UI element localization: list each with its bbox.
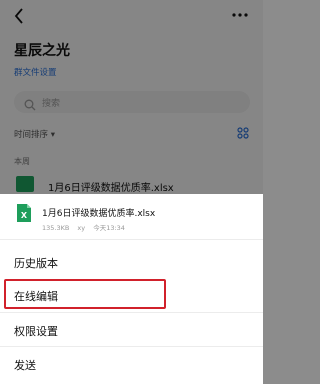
menu-item-permissions[interactable]: 权限设置 <box>0 313 263 346</box>
file-size: 135.3KB <box>42 224 70 232</box>
divider <box>0 239 263 240</box>
excel-file-icon: X <box>16 203 32 223</box>
highlight-annotation <box>4 279 166 309</box>
menu-item-label: 权限设置 <box>14 325 58 338</box>
file-owner: xy <box>77 224 86 232</box>
sheet-file-header: X 1月6日评级数据优质率.xlsx 135.3KB xy 今天13:34 <box>0 194 263 239</box>
menu-item-label: 发送 <box>14 359 36 372</box>
action-sheet: X 1月6日评级数据优质率.xlsx 135.3KB xy 今天13:34 历史… <box>0 194 263 384</box>
file-time: 今天13:34 <box>93 224 125 232</box>
sheet-file-name: 1月6日评级数据优质率.xlsx <box>42 209 156 219</box>
svg-text:X: X <box>21 211 28 220</box>
menu-item-send[interactable]: 发送 <box>0 347 263 380</box>
sheet-file-meta: 135.3KB xy 今天13:34 <box>42 222 131 232</box>
menu-item-history[interactable]: 历史版本 <box>0 245 263 278</box>
menu-item-label: 历史版本 <box>14 257 58 270</box>
